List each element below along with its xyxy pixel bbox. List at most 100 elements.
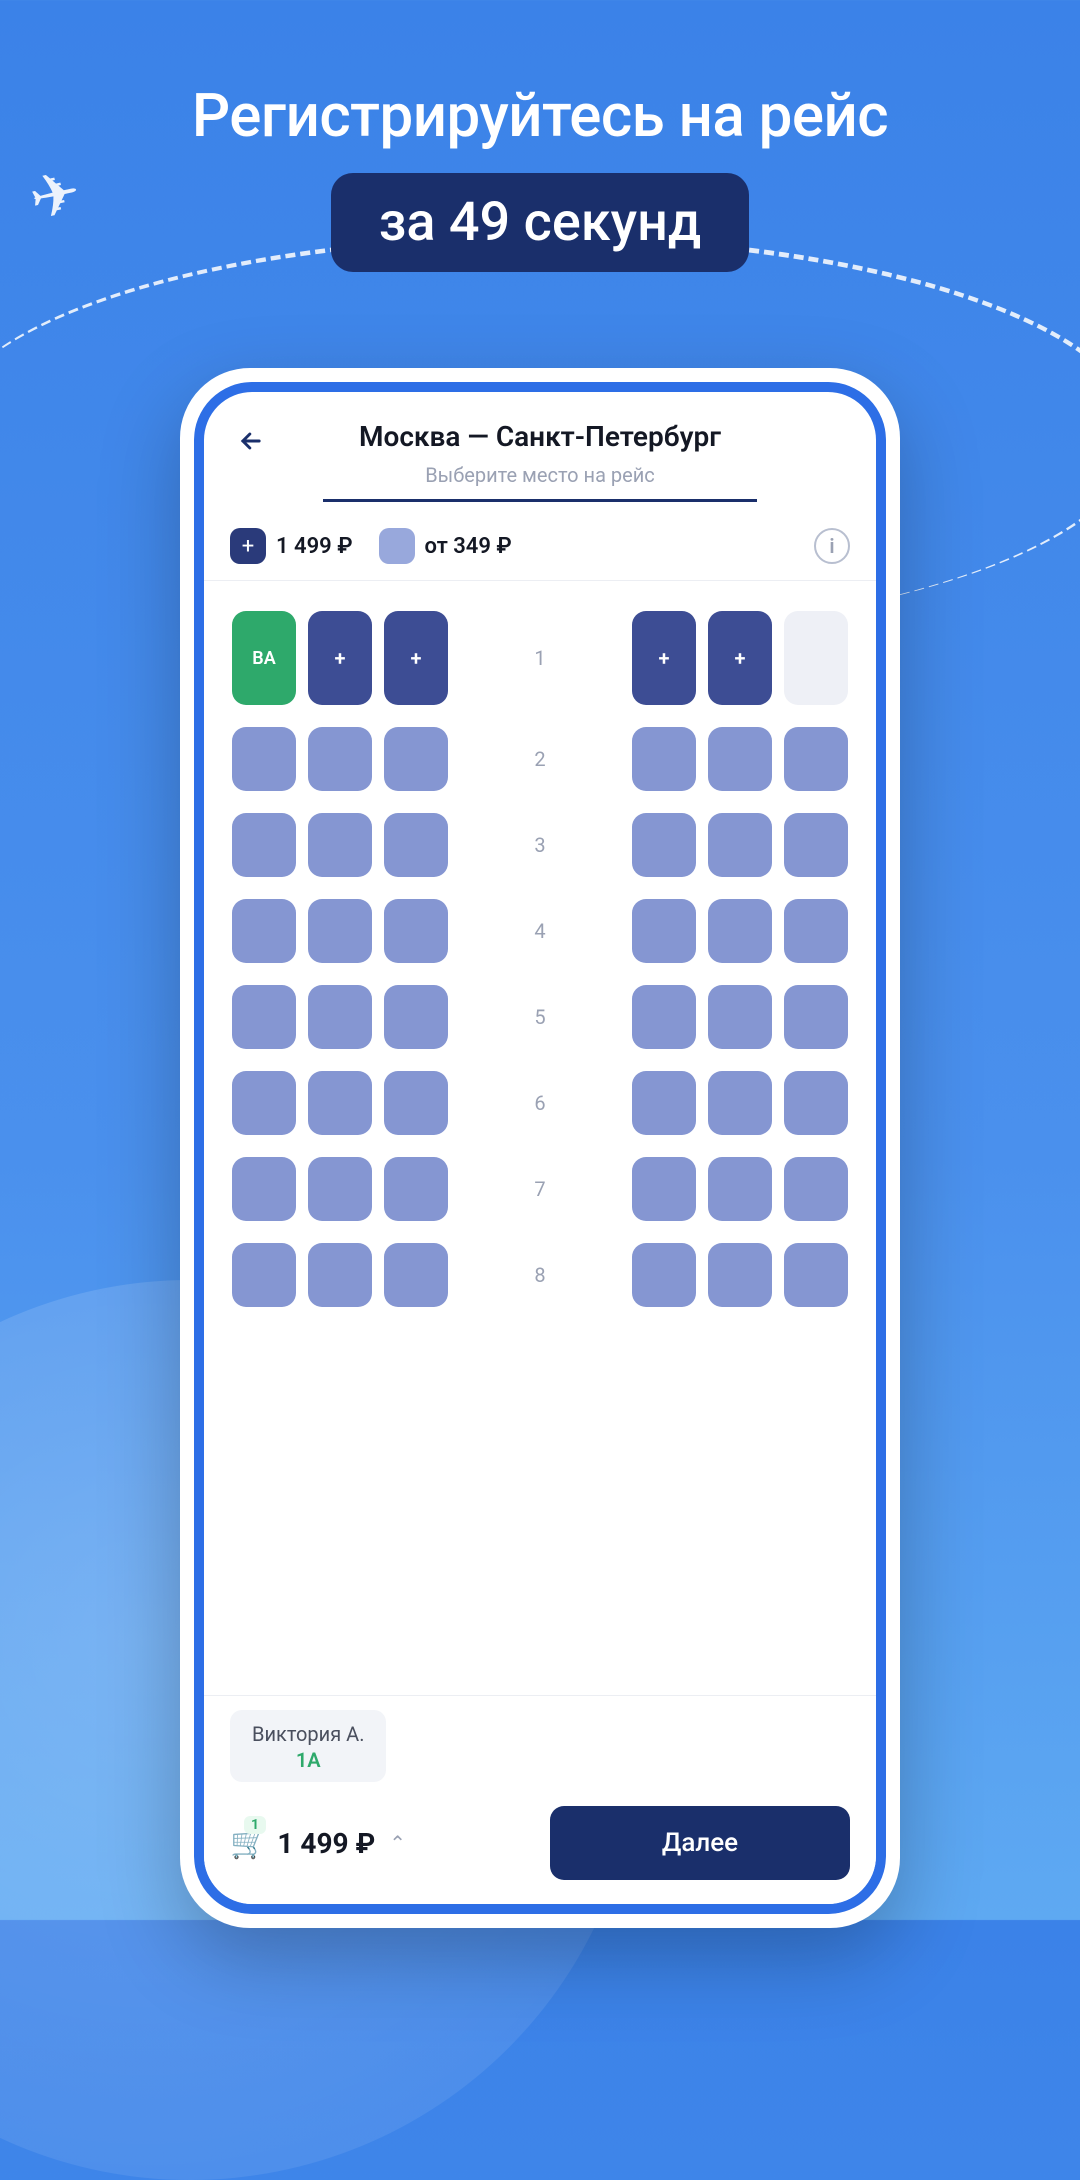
seat[interactable] (708, 1157, 772, 1221)
seat[interactable] (384, 727, 448, 791)
seat[interactable] (632, 1071, 696, 1135)
seat[interactable] (632, 1157, 696, 1221)
bottom-panel: Виктория А. 1A 1 🛒 1 499 ₽ ⌃ Далее (204, 1695, 876, 1904)
row-number: 5 (520, 1005, 560, 1029)
row-number: 1 (520, 646, 560, 670)
seat[interactable] (784, 1157, 848, 1221)
seat[interactable] (784, 985, 848, 1049)
cart-count-badge: 1 (244, 1816, 266, 1834)
seat[interactable] (632, 1243, 696, 1307)
seat[interactable] (632, 813, 696, 877)
seat[interactable] (708, 899, 772, 963)
seat[interactable] (308, 985, 372, 1049)
seat[interactable] (232, 727, 296, 791)
row-number: 8 (520, 1263, 560, 1287)
seat[interactable]: + (632, 611, 696, 705)
seat[interactable] (708, 727, 772, 791)
premium-swatch: + (230, 528, 266, 564)
seat-row: 5 (232, 985, 848, 1049)
passenger-name: Виктория А. (252, 1722, 364, 1746)
seat-group-left (232, 985, 448, 1049)
plus-icon: + (242, 534, 254, 559)
seat[interactable] (232, 1243, 296, 1307)
seat[interactable] (384, 1071, 448, 1135)
seat[interactable] (784, 1071, 848, 1135)
seat-group-right (632, 1071, 848, 1135)
header-subtitle: Выберите место на рейс (230, 463, 850, 487)
seat[interactable] (632, 727, 696, 791)
seat[interactable] (632, 899, 696, 963)
seat[interactable] (384, 899, 448, 963)
seat[interactable]: ВА (232, 611, 296, 705)
row-number: 6 (520, 1091, 560, 1115)
seat-group-left (232, 899, 448, 963)
seat-legend: + 1 499 ₽ от 349 ₽ i (204, 512, 876, 581)
seat[interactable] (784, 1243, 848, 1307)
seat[interactable] (784, 727, 848, 791)
seat (784, 611, 848, 705)
row-number: 7 (520, 1177, 560, 1201)
seat-group-left (232, 727, 448, 791)
seat[interactable] (232, 1071, 296, 1135)
hero-badge: за 49 секунд (331, 173, 750, 272)
legend-standard: от 349 ₽ (379, 528, 512, 564)
passenger-chip[interactable]: Виктория А. 1A (230, 1710, 386, 1782)
seat[interactable]: + (384, 611, 448, 705)
row-number: 4 (520, 919, 560, 943)
cart-price: 1 499 ₽ (277, 1827, 375, 1860)
seat[interactable] (308, 899, 372, 963)
row-number: 3 (520, 833, 560, 857)
seat[interactable] (308, 1157, 372, 1221)
info-button[interactable]: i (814, 528, 850, 564)
seat-group-left (232, 813, 448, 877)
seat-group-left (232, 1243, 448, 1307)
seat[interactable] (384, 985, 448, 1049)
seat[interactable] (384, 1243, 448, 1307)
seat-group-right: ++ (632, 611, 848, 705)
seat[interactable] (708, 813, 772, 877)
seat[interactable] (308, 1071, 372, 1135)
phone-screen: Москва — Санкт-Петербург Выберите место … (194, 382, 886, 1914)
seat[interactable] (708, 985, 772, 1049)
seat-group-right (632, 813, 848, 877)
standard-price: от 349 ₽ (425, 534, 512, 559)
next-button[interactable]: Далее (550, 1806, 850, 1880)
cart-summary[interactable]: 1 🛒 1 499 ₽ ⌃ (230, 1826, 406, 1861)
seat-group-left (232, 1157, 448, 1221)
hero-section: Регистрируйтесь на рейс за 49 секунд (0, 80, 1080, 272)
seat[interactable] (384, 1157, 448, 1221)
legend-premium: + 1 499 ₽ (230, 528, 353, 564)
seat-row: 2 (232, 727, 848, 791)
route-title: Москва — Санкт-Петербург (230, 420, 850, 453)
back-button[interactable] (234, 424, 268, 458)
seat-group-right (632, 1157, 848, 1221)
seat[interactable] (308, 727, 372, 791)
app-header: Москва — Санкт-Петербург Выберите место … (204, 392, 876, 512)
seat[interactable] (232, 985, 296, 1049)
seat[interactable] (232, 899, 296, 963)
phone-frame: Москва — Санкт-Петербург Выберите место … (180, 368, 900, 1928)
seat[interactable] (632, 985, 696, 1049)
seat[interactable] (784, 899, 848, 963)
chevron-up-icon: ⌃ (389, 1831, 406, 1855)
seat[interactable]: + (308, 611, 372, 705)
bottom-row: 1 🛒 1 499 ₽ ⌃ Далее (230, 1806, 850, 1880)
seat[interactable]: + (708, 611, 772, 705)
premium-price: 1 499 ₽ (276, 534, 353, 559)
seat[interactable] (232, 813, 296, 877)
seat-row: 7 (232, 1157, 848, 1221)
seat[interactable] (784, 813, 848, 877)
seat[interactable] (708, 1071, 772, 1135)
seat[interactable] (232, 1157, 296, 1221)
hero-title: Регистрируйтесь на рейс (0, 80, 1080, 151)
seat[interactable] (708, 1243, 772, 1307)
seat-group-right (632, 1243, 848, 1307)
seat-map[interactable]: ВА++1++2345678 (204, 581, 876, 1695)
seat[interactable] (308, 1243, 372, 1307)
seat-row: 4 (232, 899, 848, 963)
seat[interactable] (384, 813, 448, 877)
standard-swatch (379, 528, 415, 564)
tab-underline (323, 499, 757, 502)
seat-row: 8 (232, 1243, 848, 1307)
seat[interactable] (308, 813, 372, 877)
